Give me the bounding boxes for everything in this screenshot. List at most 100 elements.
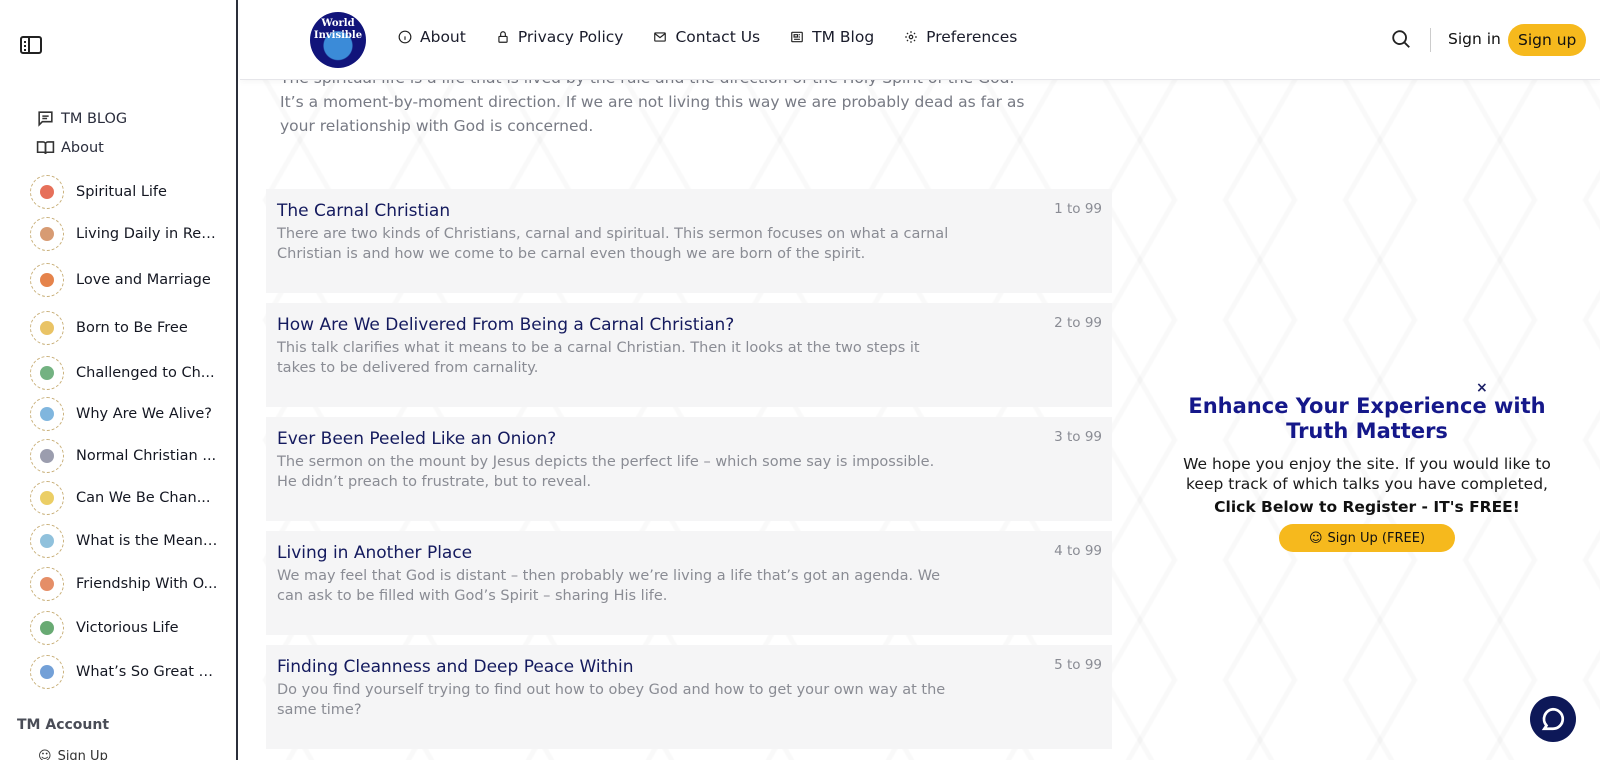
sermon-title[interactable]: Living in Another Place [277,543,1101,563]
sidebar-link-label: TM BLOG [61,110,128,127]
target-icon [30,175,64,209]
plant-icon [30,356,64,390]
topic-label: Spiritual Life [76,184,167,200]
topic-label: Challenged to Ch... [76,365,215,381]
topic-label: Born to Be Free [76,320,188,336]
account-heading: TM Account [17,717,110,733]
sidebar-topic-living-daily[interactable]: Living Daily in Rea... [30,217,218,251]
topic-label: Victorious Life [76,620,179,636]
gear-icon [905,31,917,43]
nav-contact-us[interactable]: Contact Us [653,28,760,46]
sidebar-topic-normal-christian[interactable]: Normal Christian ... [30,439,218,473]
nav-label: TM Blog [812,28,875,46]
signin-link[interactable]: Sign in [1448,30,1501,48]
shield-icon [30,611,64,645]
sermon-card[interactable]: Living in Another Place We may feel that… [266,531,1112,635]
site-logo[interactable]: World Invisible [310,12,366,68]
gear-people-icon [30,439,64,473]
topic-label: Can We Be Chan... [76,490,211,506]
message-square-icon [38,111,53,127]
sermon-title[interactable]: The Carnal Christian [277,201,1101,221]
topic-label: What’s So Great A... [76,664,218,680]
sermon-title[interactable]: How Are We Delivered From Being a Carnal… [277,315,1101,335]
topic-label: Living Daily in Rea... [76,226,218,242]
sermon-title[interactable]: Finding Cleanness and Deep Peace Within [277,657,1101,677]
head-icon [30,311,64,345]
sermon-description: This talk clarifies what it means to be … [277,340,920,376]
sermon-card[interactable]: Finding Cleanness and Deep Peace Within … [266,645,1112,749]
globe-hand-icon [30,655,64,689]
search-icon[interactable] [1390,28,1412,50]
sidebar-link-about[interactable]: About [36,138,104,157]
register-promo: × Enhance Your Experience with Truth Mat… [1182,380,1552,552]
nav-preferences[interactable]: Preferences [904,28,1017,46]
nav-about[interactable]: About [398,28,466,46]
sidebar-topic-love-marriage[interactable]: Love and Marriage [30,263,218,297]
user-icon: ☺ [38,749,52,760]
logo-text: World Invisible [313,18,363,41]
user-icon: ☺ [1308,530,1323,546]
chat-icon [1541,707,1565,731]
account-signup-link[interactable]: ☺ Sign Up [38,749,108,760]
network-icon [30,524,64,558]
heart-icon [30,263,64,297]
hand-heart-icon [30,567,64,601]
sermon-count: 5 to 99 [1054,657,1102,673]
promo-signup-button[interactable]: ☺ Sign Up (FREE) [1278,524,1456,552]
top-header: World Invisible About Privacy Policy Con… [240,0,1600,80]
sermon-card[interactable]: How Are We Delivered From Being a Carnal… [266,303,1112,407]
sidebar-topic-victorious[interactable]: Victorious Life [30,611,218,645]
sermon-description: The sermon on the mount by Jesus depicts… [277,454,935,490]
topic-label: Friendship With O... [76,576,218,592]
mail-icon [654,32,667,42]
sermon-description: There are two kinds of Christians, carna… [277,226,949,262]
account-link-label: Sign Up [57,749,108,760]
sermon-description: Do you find yourself trying to find out … [277,682,946,718]
sidebar-link-tm-blog[interactable]: TM BLOG [36,109,127,128]
info-icon [398,30,412,44]
sidebar-topic-born-free[interactable]: Born to Be Free [30,311,218,345]
lock-icon [498,31,508,43]
sidebar-topic-meaning[interactable]: What is the Meani... [30,524,218,558]
sidebar-topic-whats-so-great[interactable]: What’s So Great A... [30,655,218,689]
sermon-count: 3 to 99 [1054,429,1102,445]
promo-text: We hope you enjoy the site. If you would… [1183,455,1551,493]
promo-button-label: Sign Up (FREE) [1327,530,1426,546]
topic-label: Love and Marriage [76,272,211,288]
intro-text: The spiritual life is a life that is liv… [280,80,1025,135]
nav-tm-blog[interactable]: TM Blog [790,28,874,46]
person-icon [30,397,64,431]
sermon-count: 2 to 99 [1054,315,1102,331]
nav-label: About [420,28,466,46]
topic-label: Why Are We Alive? [76,406,213,422]
signup-button[interactable]: Sign up [1508,24,1587,56]
newspaper-icon [791,31,803,43]
header-divider [1430,28,1431,52]
nav-label: Preferences [926,28,1018,46]
promo-cta-text: Click Below to Register - IT's FREE! [1214,498,1520,516]
nav-label: Contact Us [675,28,761,46]
sidebar-toggle-icon[interactable] [20,36,42,54]
close-icon[interactable]: × [1476,380,1488,396]
promo-title: Enhance Your Experience with Truth Matte… [1188,394,1546,443]
lightbulb-icon [30,481,64,515]
sidebar-topic-spiritual-life[interactable]: Spiritual Life [30,175,218,209]
sermon-card[interactable]: Ever Been Peeled Like an Onion? The serm… [266,417,1112,521]
book-open-icon [36,141,55,154]
sidebar-topic-friendship[interactable]: Friendship With O... [30,567,218,601]
sermon-count: 4 to 99 [1054,543,1102,559]
sidebar-topic-why-alive[interactable]: Why Are We Alive? [30,397,218,431]
sermon-title[interactable]: Ever Been Peeled Like an Onion? [277,429,1101,449]
sidebar: TM BLOG About Spiritual Life Living Dail… [0,0,238,760]
sidebar-link-label: About [61,139,104,156]
main-nav: About Privacy Policy Contact Us TM Blog … [398,28,1017,46]
nav-privacy-policy[interactable]: Privacy Policy [496,28,624,46]
topic-label: What is the Meani... [76,533,218,549]
sermon-card[interactable]: The Carnal Christian There are two kinds… [266,189,1112,293]
chat-button[interactable] [1530,696,1576,742]
sermon-count: 1 to 99 [1054,201,1102,217]
people-icon [30,217,64,251]
sidebar-topic-can-we-change[interactable]: Can We Be Chan... [30,481,218,515]
sidebar-topic-challenged[interactable]: Challenged to Ch... [30,356,218,390]
nav-label: Privacy Policy [517,28,624,46]
